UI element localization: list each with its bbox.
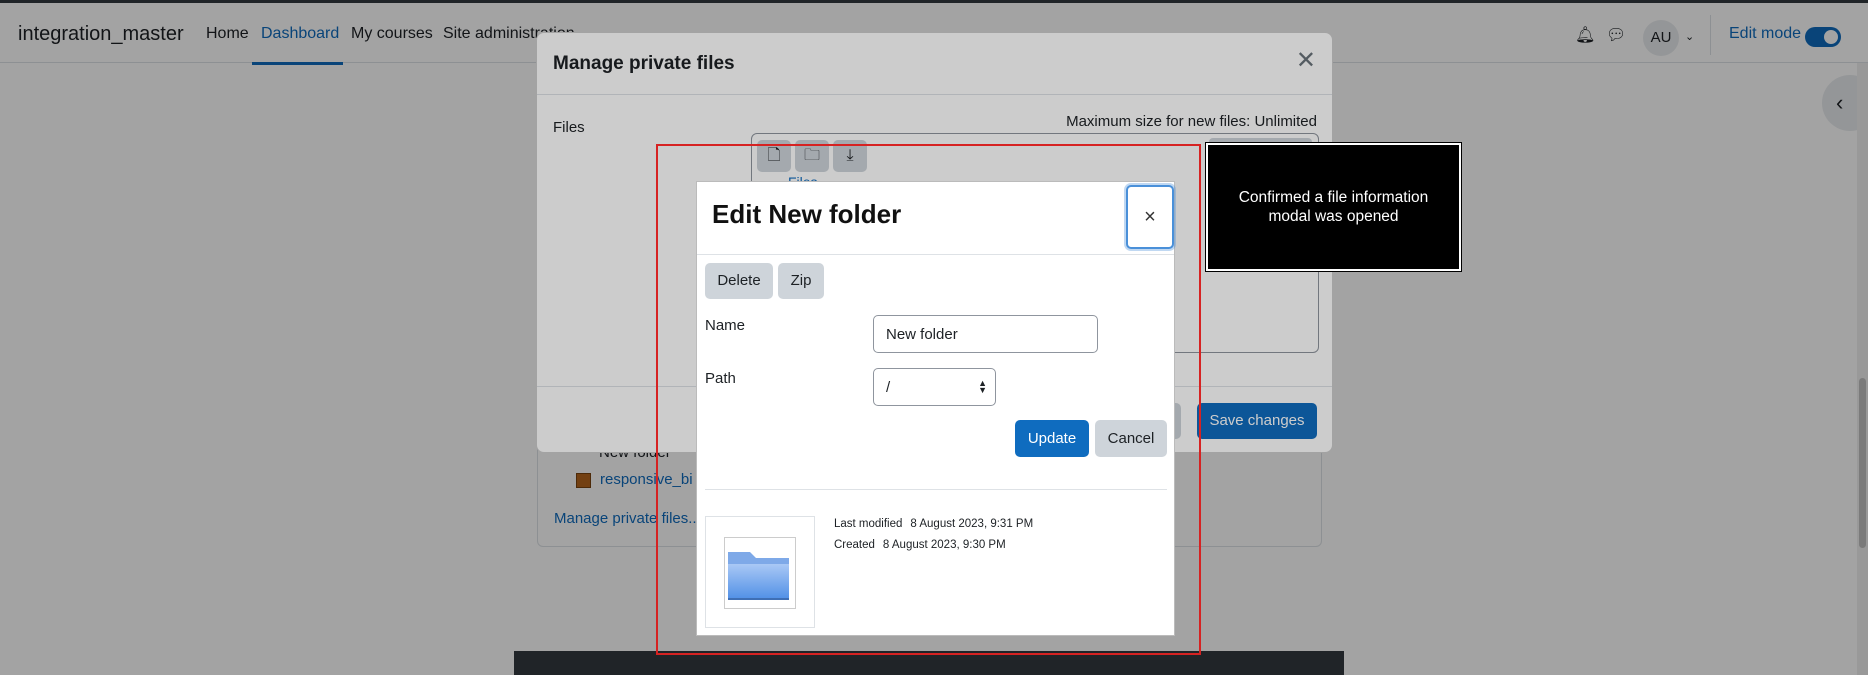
tooltip-text: Confirmed a file information modal was o… bbox=[1238, 189, 1429, 225]
annotation-highlight-box bbox=[656, 144, 1201, 655]
annotation-tooltip: Confirmed a file information modal was o… bbox=[1205, 142, 1462, 272]
